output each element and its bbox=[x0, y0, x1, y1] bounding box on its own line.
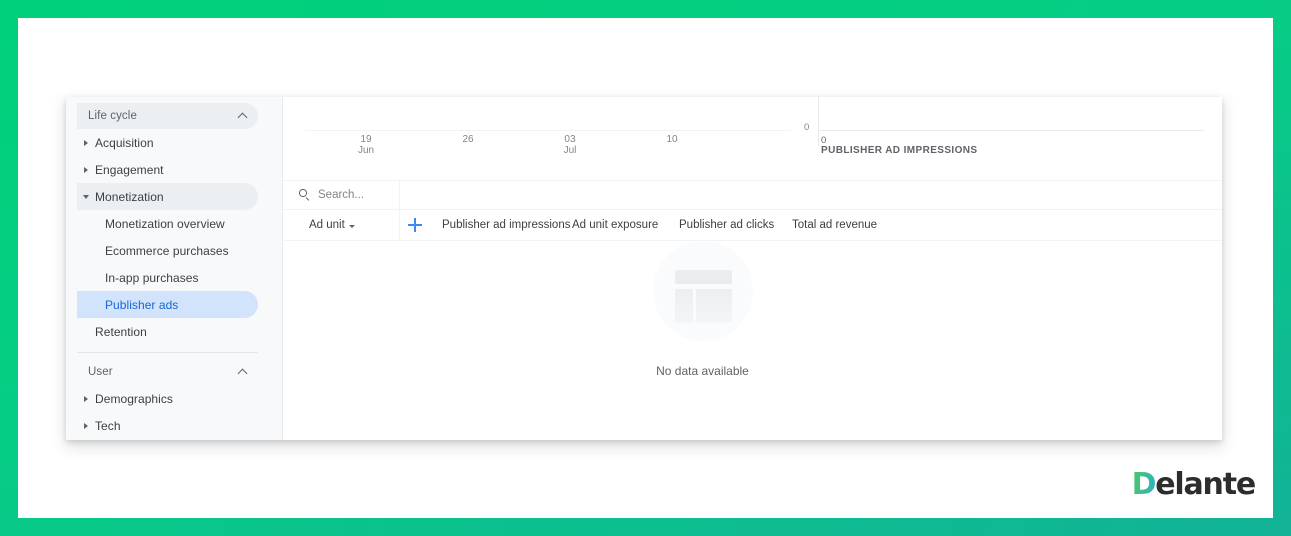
column-header-ad-unit-exposure[interactable]: Ad unit exposure bbox=[572, 219, 679, 231]
triangle-right-icon bbox=[77, 167, 95, 173]
logo-wordmark: elante bbox=[1155, 470, 1255, 500]
chevron-down-icon bbox=[349, 225, 355, 228]
chart-title: PUBLISHER AD IMPRESSIONS bbox=[821, 145, 977, 156]
y-axis-tick-label: 0 bbox=[804, 122, 809, 133]
placeholder-block-right bbox=[696, 289, 732, 323]
triangle-right-icon bbox=[77, 140, 95, 146]
x-axis-tick-label: 26 bbox=[462, 134, 473, 145]
sidebar-subitem-label: Monetization overview bbox=[105, 217, 225, 231]
sidebar-item-label: Retention bbox=[95, 325, 147, 339]
sidebar-divider bbox=[77, 352, 258, 353]
sidebar-section-life-cycle[interactable]: Life cycle bbox=[77, 103, 258, 129]
delante-logo: Delante bbox=[1132, 470, 1255, 506]
sidebar-item-label: Demographics bbox=[95, 392, 173, 406]
logo-initial: D bbox=[1132, 470, 1156, 500]
publisher-ad-impressions-chart[interactable]: 0 0 PUBLISHER AD IMPRESSIONS bbox=[796, 97, 1222, 180]
sidebar-nav: Life cycle Acquisition Engagement Moneti… bbox=[66, 97, 283, 440]
placeholder-bar bbox=[675, 270, 732, 284]
sidebar-item-monetization-overview[interactable]: Monetization overview bbox=[77, 210, 258, 237]
dimension-selector[interactable]: Ad unit bbox=[283, 210, 400, 240]
sidebar-subitem-label: Publisher ads bbox=[105, 298, 178, 312]
sidebar-section-label: Life cycle bbox=[88, 110, 137, 122]
triangle-right-icon bbox=[77, 396, 95, 402]
sidebar-item-acquisition[interactable]: Acquisition bbox=[77, 129, 258, 156]
search-icon bbox=[299, 189, 311, 201]
analytics-panel: Life cycle Acquisition Engagement Moneti… bbox=[66, 97, 1222, 440]
sidebar-item-ecommerce-purchases[interactable]: Ecommerce purchases bbox=[77, 237, 258, 264]
placeholder-block-left bbox=[675, 289, 693, 323]
x-axis-line bbox=[305, 130, 791, 131]
triangle-down-icon bbox=[77, 195, 95, 199]
charts-strip: 19 Jun 26 03 Jul 10 0 0 PUBLISHER AD IMP… bbox=[283, 97, 1222, 180]
x-axis-tick-label: 03 Jul bbox=[564, 134, 577, 156]
column-header-publisher-ad-clicks[interactable]: Publisher ad clicks bbox=[679, 219, 792, 231]
dimension-label: Ad unit bbox=[309, 219, 345, 231]
main-content: 19 Jun 26 03 Jul 10 0 0 PUBLISHER AD IMP… bbox=[283, 97, 1222, 440]
sidebar-item-label: Engagement bbox=[95, 163, 164, 177]
x-axis-line bbox=[818, 130, 1204, 131]
add-dimension-button[interactable] bbox=[400, 218, 430, 232]
sidebar-section-label: User bbox=[88, 366, 113, 378]
x-axis-tick-label: 10 bbox=[666, 134, 677, 145]
column-header-total-ad-revenue[interactable]: Total ad revenue bbox=[792, 219, 912, 231]
sidebar-subitem-label: Ecommerce purchases bbox=[105, 244, 229, 258]
sidebar-item-tech[interactable]: Tech bbox=[77, 412, 258, 439]
sidebar-item-demographics[interactable]: Demographics bbox=[77, 385, 258, 412]
search-field[interactable]: Search... bbox=[283, 181, 400, 209]
timeseries-chart[interactable]: 19 Jun 26 03 Jul 10 bbox=[283, 97, 796, 180]
sidebar-item-engagement[interactable]: Engagement bbox=[77, 156, 258, 183]
empty-state: No data available bbox=[283, 241, 1222, 378]
plus-icon bbox=[408, 218, 422, 232]
sidebar-section-user[interactable]: User bbox=[77, 359, 258, 385]
empty-state-text: No data available bbox=[656, 364, 749, 378]
sidebar-item-retention[interactable]: Retention bbox=[77, 318, 258, 345]
table-placeholder-icon bbox=[653, 241, 753, 341]
table-column-header-row: Ad unit Publisher ad impressions Ad unit… bbox=[283, 210, 1222, 241]
sidebar-subitem-label: In-app purchases bbox=[105, 271, 199, 285]
y-axis-line bbox=[818, 97, 819, 147]
column-header-publisher-ad-impressions[interactable]: Publisher ad impressions bbox=[430, 219, 572, 231]
sidebar-item-publisher-ads[interactable]: Publisher ads bbox=[77, 291, 258, 318]
triangle-right-icon bbox=[77, 423, 95, 429]
sidebar-item-in-app-purchases[interactable]: In-app purchases bbox=[77, 264, 258, 291]
table-search-row: Search... bbox=[283, 180, 1222, 210]
search-input[interactable]: Search... bbox=[318, 189, 364, 201]
sidebar-item-label: Tech bbox=[95, 419, 121, 433]
sidebar-item-monetization[interactable]: Monetization bbox=[77, 183, 258, 210]
chevron-up-icon bbox=[239, 112, 248, 121]
x-axis-tick-label: 19 Jun bbox=[358, 134, 374, 156]
sidebar-item-label: Monetization bbox=[95, 190, 164, 204]
sidebar-item-label: Acquisition bbox=[95, 136, 154, 150]
chevron-up-icon bbox=[239, 368, 248, 377]
